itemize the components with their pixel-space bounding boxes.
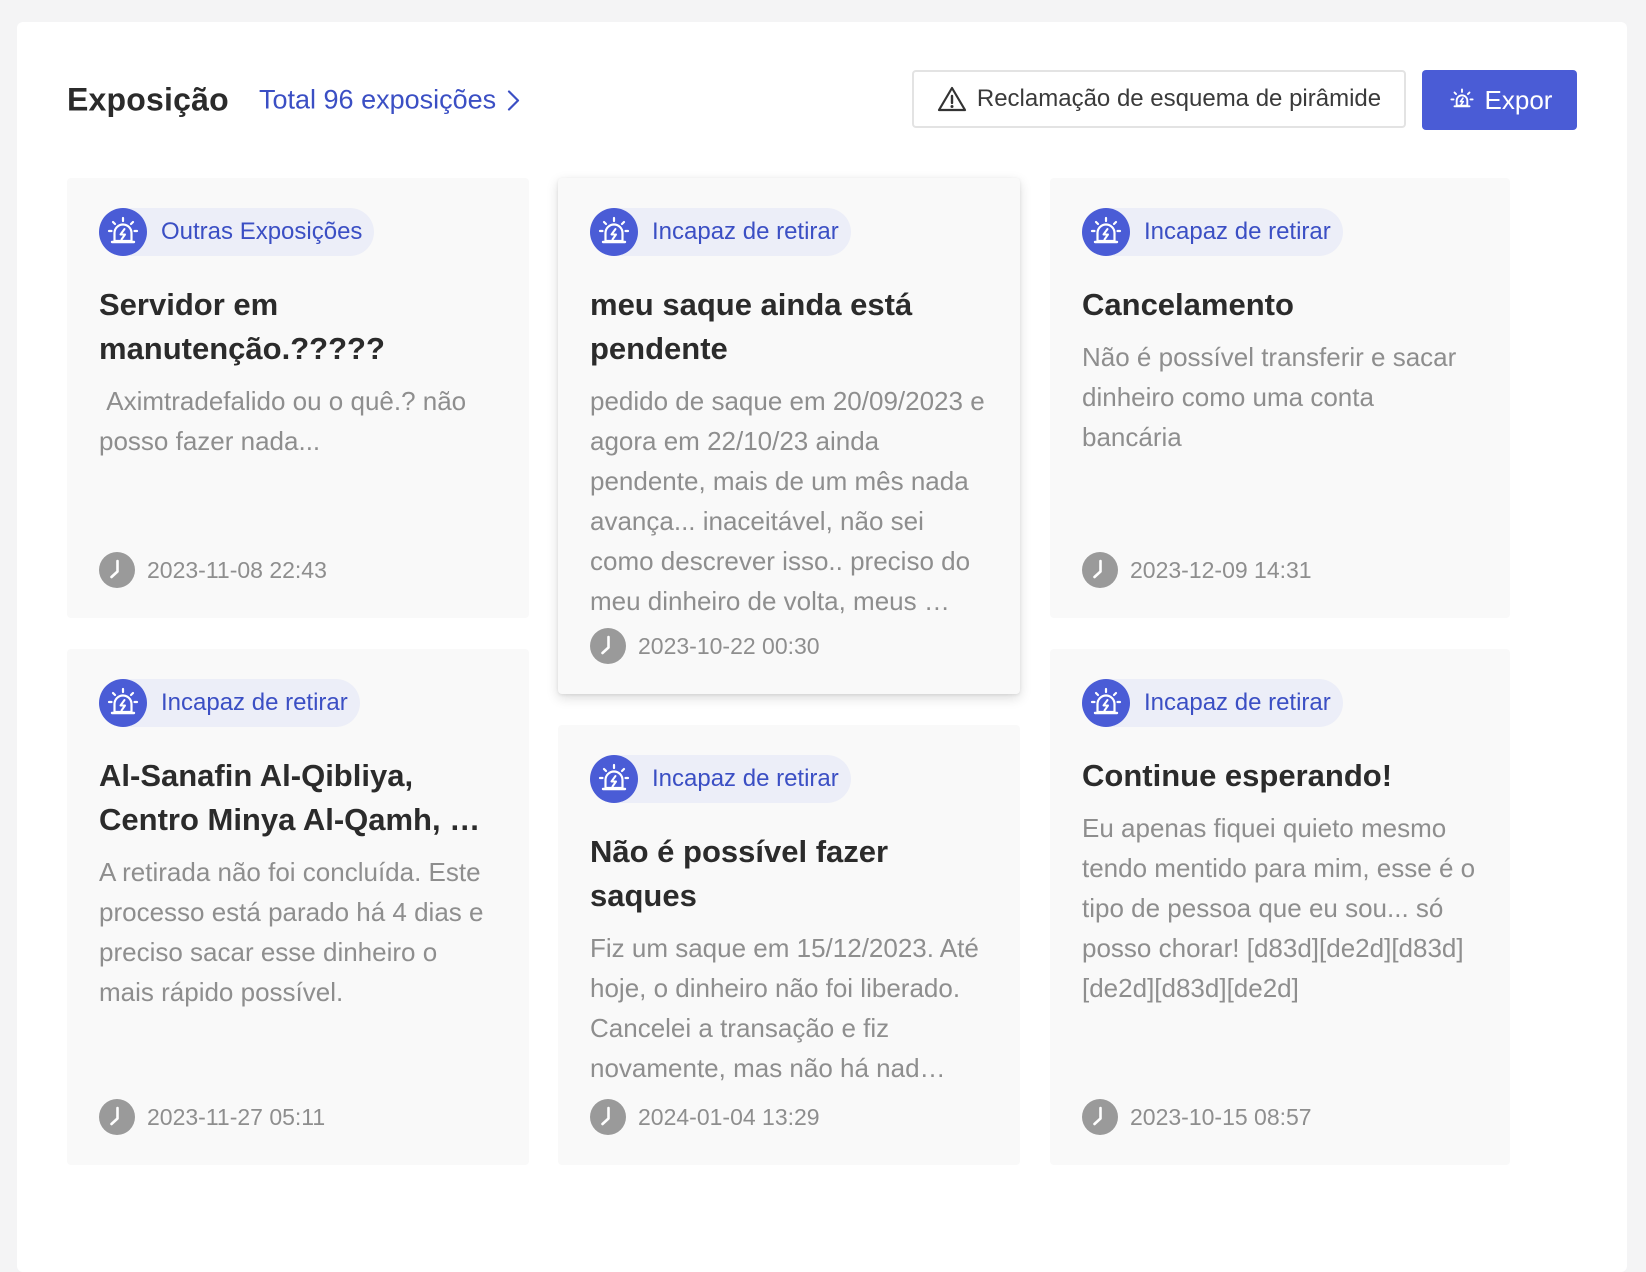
card-timestamp-value: 2023-10-15 08:57	[1130, 1103, 1312, 1130]
card-timestamp: 2024-01-04 13:29	[590, 1099, 820, 1135]
category-tag-label: Incapaz de retirar	[652, 218, 839, 245]
card-description: Fiz um saque em 15/12/2023. Até hoje, o …	[590, 933, 979, 1083]
category-tag: Incapaz de retirar	[590, 755, 851, 803]
warning-icon	[937, 86, 966, 112]
card-timestamp: 2023-11-27 05:11	[99, 1099, 325, 1135]
card-title: Não é possível fazer saques	[590, 834, 889, 913]
pyramid-complaint-button[interactable]: Reclamação de esquema de pirâmide	[912, 70, 1406, 128]
card-title: Al-Sanafin Al-Qibliya, Centro Minya Al-Q…	[99, 758, 481, 837]
alarm-icon	[1449, 88, 1474, 108]
exposure-card[interactable]: Incapaz de retirar Cancelamento Não é po…	[1050, 178, 1510, 618]
header: Exposição Total 96 exposições Reclamação…	[67, 70, 1577, 132]
card-description: Aximtradefalido ou o quê.? não posso faz…	[99, 386, 474, 456]
alarm-icon	[99, 208, 147, 256]
card-description: A retirada não foi concluída. Este proce…	[99, 857, 484, 1007]
card-timestamp-value: 2023-11-27 05:11	[147, 1103, 326, 1130]
total-exposures-link[interactable]: Total 96 exposições	[259, 85, 524, 116]
card-title: Servidor em manutenção.?????	[99, 287, 385, 366]
exposure-card[interactable]: Incapaz de retirar Al-Sanafin Al-Qibliya…	[67, 649, 529, 1165]
card-timestamp-value: 2023-10-22 00:30	[638, 632, 820, 659]
total-exposures-label: Total 96 exposições	[259, 84, 497, 115]
clock-icon	[590, 1099, 626, 1135]
expose-label: Expor	[1484, 84, 1553, 115]
card-description: pedido de saque em 20/09/2023 e agora em…	[590, 386, 985, 616]
card-title: Continue esperando!	[1082, 758, 1393, 793]
alarm-icon	[1082, 208, 1130, 256]
pyramid-complaint-label: Reclamação de esquema de pirâmide	[976, 85, 1382, 112]
card-timestamp-value: 2023-12-09 14:31	[1130, 556, 1312, 583]
category-tag-label: Incapaz de retirar	[161, 689, 348, 716]
card-description: Não é possível transferir e sacar dinhei…	[1082, 342, 1457, 452]
exposure-panel: Exposição Total 96 exposições Reclamação…	[17, 22, 1627, 1272]
chevron-right-icon	[508, 89, 520, 111]
category-tag-label: Incapaz de retirar	[1144, 218, 1331, 245]
category-tag-label: Outras Exposições	[161, 218, 363, 245]
card-timestamp: 2023-11-08 22:43	[99, 552, 327, 588]
alarm-icon	[590, 208, 638, 256]
card-title: Cancelamento	[1082, 287, 1294, 322]
page-title: Exposição	[67, 81, 229, 118]
expose-button[interactable]: Expor	[1422, 70, 1577, 130]
card-description: Eu apenas fiquei quieto mesmo tendo ment…	[1082, 813, 1476, 1003]
card-timestamp-value: 2024-01-04 13:29	[638, 1103, 820, 1130]
category-tag: Outras Exposições	[99, 208, 375, 256]
card-timestamp: 2023-10-15 08:57	[1082, 1099, 1312, 1135]
alarm-icon	[1082, 679, 1130, 727]
clock-icon	[99, 552, 135, 588]
card-title: meu saque ainda está pendente	[590, 287, 913, 366]
exposure-card[interactable]: Incapaz de retirar meu saque ainda está …	[558, 178, 1020, 694]
alarm-icon	[99, 679, 147, 727]
clock-icon	[99, 1099, 135, 1135]
clock-icon	[1082, 1099, 1118, 1135]
category-tag: Incapaz de retirar	[99, 679, 360, 727]
category-tag: Incapaz de retirar	[1082, 679, 1343, 727]
clock-icon	[1082, 552, 1118, 588]
category-tag-label: Incapaz de retirar	[652, 765, 839, 792]
card-timestamp: 2023-12-09 14:31	[1082, 552, 1312, 588]
category-tag: Incapaz de retirar	[590, 208, 851, 256]
clock-icon	[590, 628, 626, 664]
alarm-icon	[590, 755, 638, 803]
category-tag-label: Incapaz de retirar	[1144, 689, 1331, 716]
card-timestamp: 2023-10-22 00:30	[590, 628, 820, 664]
category-tag: Incapaz de retirar	[1082, 208, 1343, 256]
exposure-card[interactable]: Incapaz de retirar Não é possível fazer …	[558, 725, 1020, 1165]
exposure-card[interactable]: Outras Exposições Servidor em manutenção…	[67, 178, 529, 618]
card-timestamp-value: 2023-11-08 22:43	[147, 556, 327, 583]
exposure-card[interactable]: Incapaz de retirar Continue esperando! E…	[1050, 649, 1510, 1165]
